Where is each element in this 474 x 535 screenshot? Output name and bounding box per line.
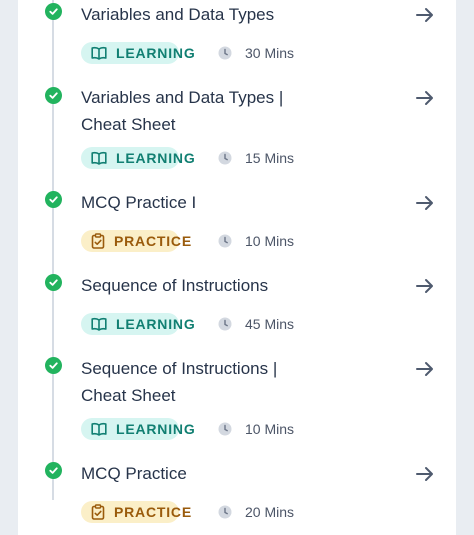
book-open-icon (91, 422, 107, 436)
badge-label: PRACTICE (114, 504, 192, 520)
duration-text: 10 Mins (245, 233, 295, 249)
arrow-right-icon[interactable] (414, 4, 436, 26)
badge-label: LEARNING (116, 316, 196, 332)
item-title[interactable]: Variables and Data Types (81, 1, 381, 28)
practice-badge: PRACTICE (81, 501, 191, 523)
item-title[interactable]: Sequence of Instructions (81, 272, 381, 299)
check-circle-icon (45, 462, 62, 479)
clipboard-check-icon (91, 233, 105, 249)
learning-badge: LEARNING (81, 418, 195, 440)
check-circle-icon (45, 3, 62, 20)
clock-icon (218, 317, 232, 331)
item-title-line: Variables and Data Types | (81, 88, 284, 107)
clock-icon (218, 505, 232, 519)
learning-badge: LEARNING (81, 42, 195, 64)
item-title-line: MCQ Practice I (81, 193, 197, 212)
check-circle-icon (45, 87, 62, 104)
arrow-right-icon[interactable] (414, 87, 436, 109)
arrow-right-icon[interactable] (414, 275, 436, 297)
item-title[interactable]: Variables and Data Types | Cheat Sheet (81, 84, 381, 138)
clock-icon (218, 46, 232, 60)
duration-text: 10 Mins (245, 421, 295, 437)
learning-badge: LEARNING (81, 313, 195, 335)
book-open-icon (91, 46, 107, 60)
badge-label: PRACTICE (114, 233, 192, 249)
duration-text: 45 Mins (245, 316, 295, 332)
book-open-icon (91, 151, 107, 165)
item-title-line: Cheat Sheet (81, 386, 176, 405)
badge-label: LEARNING (116, 150, 196, 166)
badge-label: LEARNING (116, 45, 196, 61)
learning-badge: LEARNING (81, 147, 195, 169)
arrow-right-icon[interactable] (414, 192, 436, 214)
badge-label: LEARNING (116, 421, 196, 437)
item-title[interactable]: MCQ Practice (81, 460, 381, 487)
duration-text: 30 Mins (245, 45, 295, 61)
item-title-line: Sequence of Instructions | (81, 359, 278, 378)
item-title[interactable]: Sequence of Instructions | Cheat Sheet (81, 355, 381, 409)
arrow-right-icon[interactable] (414, 463, 436, 485)
clock-icon (218, 151, 232, 165)
clipboard-check-icon (91, 504, 105, 520)
item-title-line: MCQ Practice (81, 464, 187, 483)
item-title-line: Sequence of Instructions (81, 276, 269, 295)
clock-icon (218, 234, 232, 248)
practice-badge: PRACTICE (81, 230, 191, 252)
item-title[interactable]: MCQ Practice I (81, 189, 381, 216)
duration-text: 15 Mins (245, 150, 295, 166)
book-open-icon (91, 317, 107, 331)
item-title-line: Cheat Sheet (81, 115, 176, 134)
check-circle-icon (45, 274, 62, 291)
clock-icon (218, 422, 232, 436)
timeline-line (52, 0, 54, 500)
arrow-right-icon[interactable] (414, 358, 436, 380)
item-title-line: Variables and Data Types (81, 5, 275, 24)
course-content-card (18, 0, 456, 535)
check-circle-icon (45, 357, 62, 374)
duration-text: 20 Mins (245, 504, 295, 520)
check-circle-icon (45, 191, 62, 208)
